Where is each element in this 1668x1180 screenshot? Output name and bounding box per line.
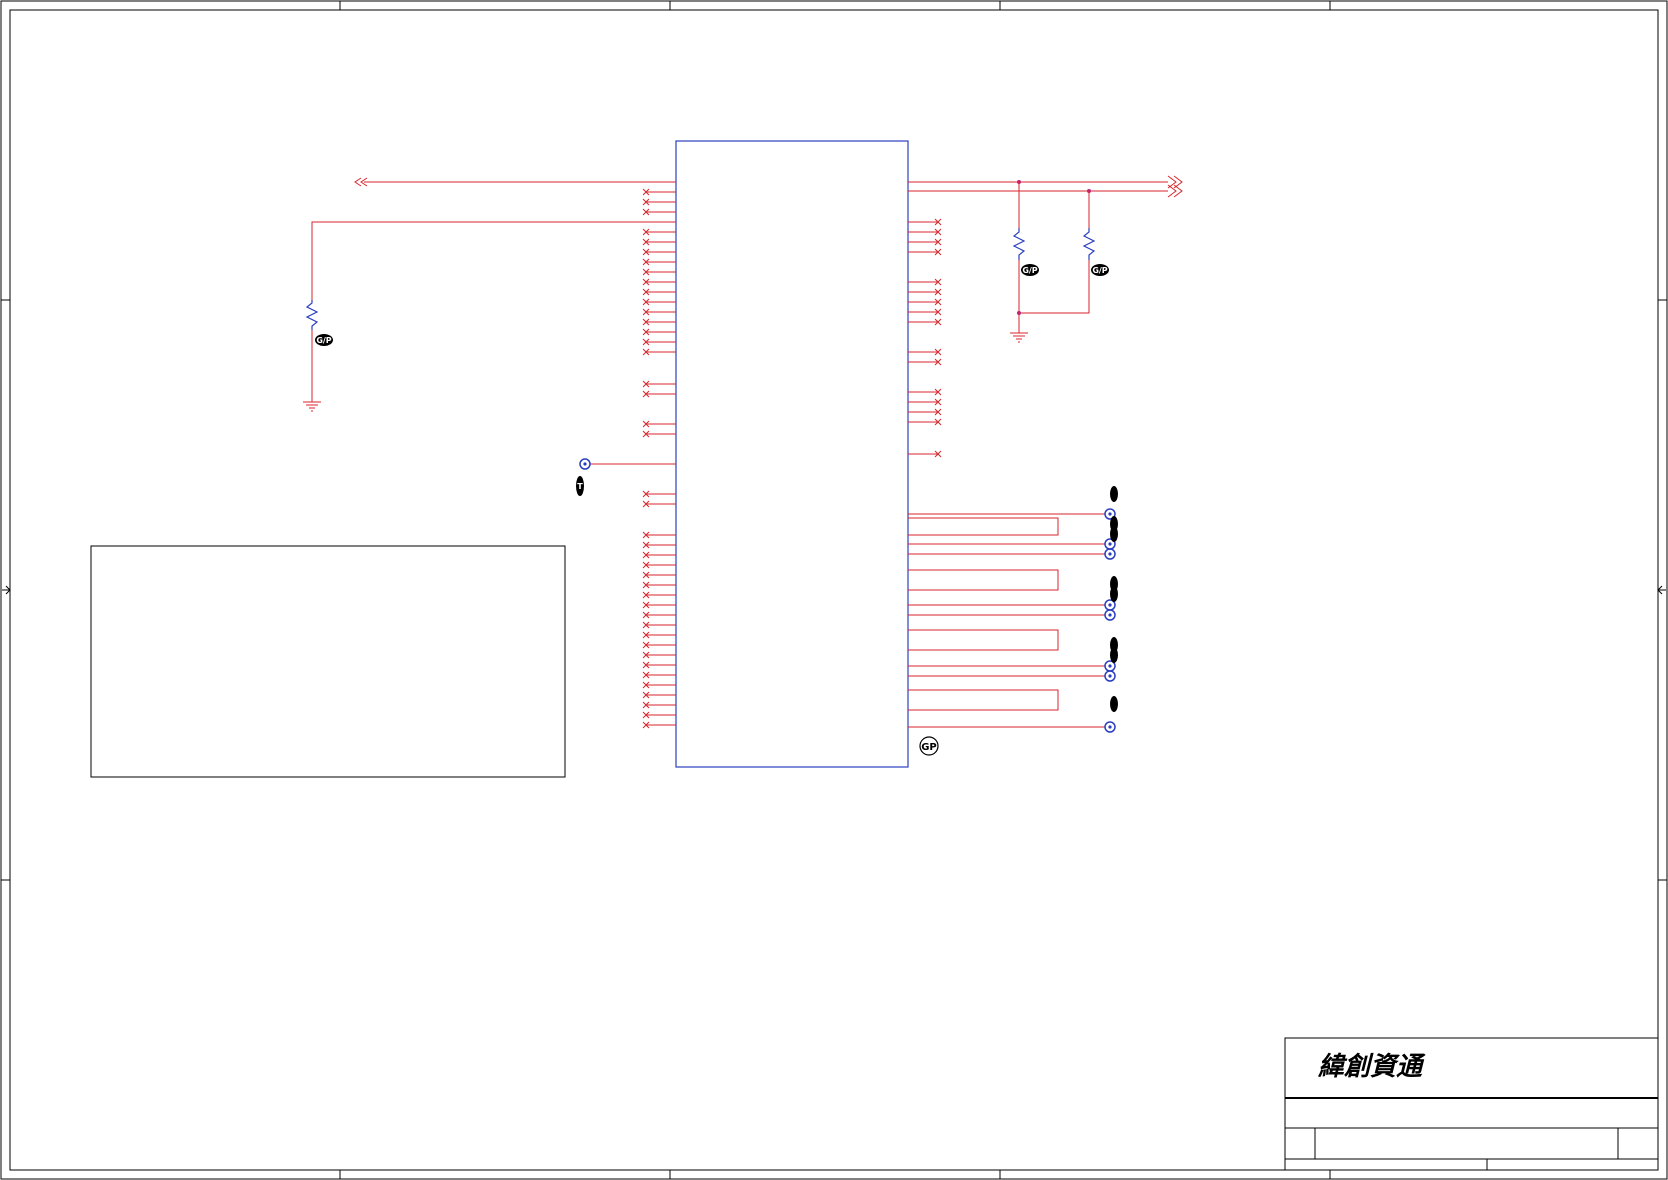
schematic-sheet: 緯創資通 G/P T G/P G/P GP [0, 0, 1668, 1180]
svg-text:T: T [577, 482, 583, 491]
svg-text:G/P: G/P [1022, 266, 1037, 275]
right-nets [908, 513, 1105, 728]
notes-box [90, 545, 566, 778]
net-loop [908, 629, 1059, 651]
gp-mark: GP [919, 736, 939, 756]
ic-body [675, 140, 909, 768]
testpoint-label [1110, 586, 1118, 602]
testpoint-dot [1108, 603, 1112, 607]
testpoint-dot [1108, 664, 1112, 668]
testpoint-label [1110, 486, 1118, 502]
testpoint-label [1110, 696, 1118, 712]
testpoint-dot [1108, 542, 1112, 546]
svg-text:GP: GP [921, 742, 937, 753]
right-nc-pins [908, 218, 942, 458]
net-loop [908, 569, 1059, 591]
left-nc-pins [642, 188, 676, 729]
left-testpoint: T [576, 458, 676, 496]
ground-symbol-left [303, 401, 321, 412]
resistor-mark-left: G/P [315, 334, 333, 346]
net-loop [908, 517, 1059, 536]
testpoint-label [1110, 526, 1118, 542]
testpoint-dot [1108, 613, 1112, 617]
left-offpage-net [354, 177, 676, 187]
left-pulldown-net [305, 221, 676, 402]
net-loop [908, 689, 1059, 711]
svg-text:G/P: G/P [1092, 266, 1107, 275]
resistor-mark-right-2: G/P [1091, 264, 1109, 276]
testpoint-dot [1108, 674, 1112, 678]
right-offpage-nets [908, 175, 1183, 343]
svg-text:G/P: G/P [316, 336, 331, 345]
right-testpoints [1104, 486, 1118, 733]
testpoint-dot [1108, 725, 1112, 729]
testpoint-dot [1108, 512, 1112, 516]
company-logo: 緯創資通 [1317, 1052, 1426, 1082]
resistor-mark-right-1: G/P [1021, 264, 1039, 276]
testpoint-label [1110, 647, 1118, 663]
testpoint-dot [1108, 552, 1112, 556]
drawing-frame [0, 0, 1668, 1180]
